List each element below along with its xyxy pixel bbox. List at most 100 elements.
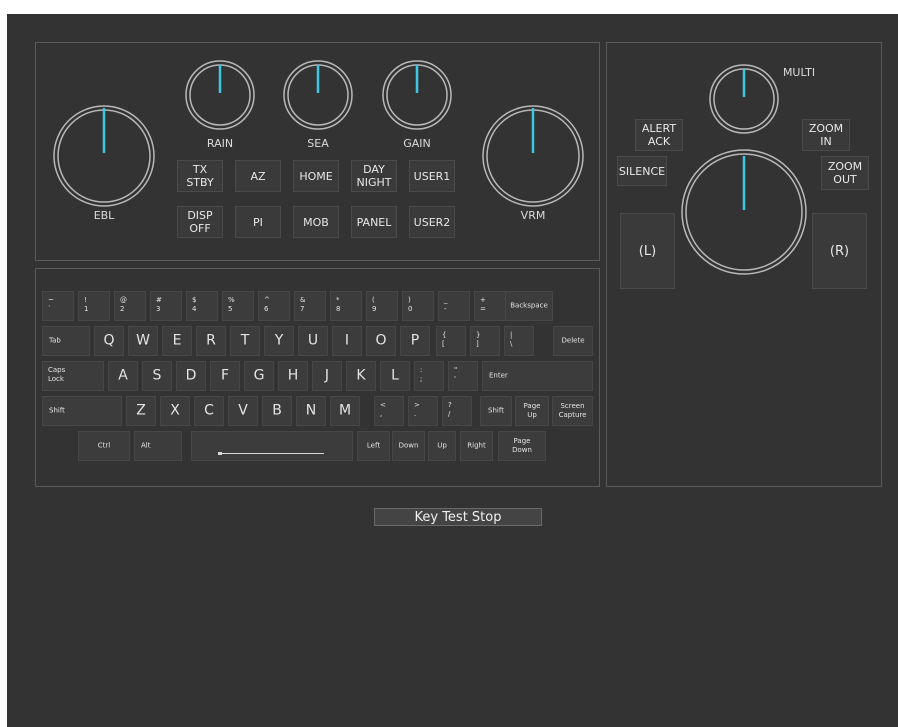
key-2[interactable]: @ 2 <box>114 291 146 321</box>
screen-capture-key[interactable]: Screen Capture <box>552 396 593 426</box>
key-i[interactable]: I <box>332 326 362 356</box>
key-r[interactable]: R <box>196 326 226 356</box>
key-sym[interactable]: < , <box>374 396 404 426</box>
key-label: Z <box>136 402 146 419</box>
page-up-key[interactable]: Page Up <box>515 396 549 426</box>
vrm-knob[interactable] <box>480 103 586 209</box>
trackball[interactable] <box>680 148 808 276</box>
key-t[interactable]: T <box>230 326 260 356</box>
key-9[interactable]: ( 9 <box>366 291 398 321</box>
key-label: @ 2 <box>120 296 127 313</box>
alt-key[interactable]: Alt <box>134 431 182 461</box>
key-sym[interactable]: ? / <box>442 396 472 426</box>
key-v[interactable]: V <box>228 396 258 426</box>
key-l[interactable]: L <box>380 361 410 391</box>
tx-stby-button[interactable]: TX STBY <box>177 160 223 192</box>
sea-knob[interactable] <box>282 59 354 131</box>
space-key[interactable] <box>191 431 353 461</box>
az-button[interactable]: AZ <box>235 160 281 192</box>
key-label: U <box>307 332 319 349</box>
silence-button[interactable]: SILENCE <box>617 156 667 186</box>
key-h[interactable]: H <box>278 361 308 391</box>
mob-button[interactable]: MOB <box>293 206 339 238</box>
gain-knob[interactable] <box>381 59 453 131</box>
key-c[interactable]: C <box>194 396 224 426</box>
key-10[interactable]: ) 0 <box>402 291 434 321</box>
home-button[interactable]: HOME <box>293 160 339 192</box>
key-f[interactable]: F <box>210 361 240 391</box>
key-1[interactable]: ! 1 <box>78 291 110 321</box>
key-u[interactable]: U <box>298 326 328 356</box>
key-label: _ - <box>444 296 448 313</box>
trackball-panel: MULTI ALERT ACK ZOOM IN SILENCE ZOOM OUT… <box>606 42 882 487</box>
key-sym[interactable]: > . <box>408 396 438 426</box>
caps-lock-key[interactable]: Caps Lock <box>42 361 104 391</box>
key-n[interactable]: N <box>296 396 326 426</box>
key-label: W <box>136 332 150 349</box>
key-11[interactable]: _ - <box>438 291 470 321</box>
key-y[interactable]: Y <box>264 326 294 356</box>
key-a[interactable]: A <box>108 361 138 391</box>
multi-label: MULTI <box>782 66 816 79</box>
key-sym[interactable]: { [ <box>436 326 466 356</box>
delete-key[interactable]: Delete <box>553 326 593 356</box>
key-sym[interactable]: } ] <box>470 326 500 356</box>
key-o[interactable]: O <box>366 326 396 356</box>
key-8[interactable]: * 8 <box>330 291 362 321</box>
key-7[interactable]: & 7 <box>294 291 326 321</box>
user1-button[interactable]: USER1 <box>409 160 455 192</box>
backspace-key[interactable]: Backspace <box>505 291 553 321</box>
right-click-button[interactable]: (R) <box>812 213 867 289</box>
key-s[interactable]: S <box>142 361 172 391</box>
key-test-stop-button[interactable]: Key Test Stop <box>374 508 542 526</box>
alt-label: Alt <box>141 441 151 450</box>
key-x[interactable]: X <box>160 396 190 426</box>
key-p[interactable]: P <box>400 326 430 356</box>
right-arrow-key[interactable]: Right <box>460 431 493 461</box>
left-click-button[interactable]: (L) <box>620 213 675 289</box>
day-night-button[interactable]: DAY NIGHT <box>351 160 397 192</box>
up-arrow-key[interactable]: Up <box>428 431 456 461</box>
key-e[interactable]: E <box>162 326 192 356</box>
key-sym[interactable]: " ' <box>448 361 478 391</box>
key-j[interactable]: J <box>312 361 342 391</box>
key-d[interactable]: D <box>176 361 206 391</box>
alert-ack-button[interactable]: ALERT ACK <box>635 119 683 151</box>
left-arrow-key[interactable]: Left <box>357 431 390 461</box>
key-g[interactable]: G <box>244 361 274 391</box>
key-w[interactable]: W <box>128 326 158 356</box>
zoom-out-button[interactable]: ZOOM OUT <box>821 156 869 190</box>
key-3[interactable]: # 3 <box>150 291 182 321</box>
tab-key[interactable]: Tab <box>42 326 90 356</box>
user2-button[interactable]: USER2 <box>409 206 455 238</box>
key-label: & 7 <box>300 296 306 313</box>
key-12[interactable]: + = <box>474 291 506 321</box>
key-6[interactable]: ^ 6 <box>258 291 290 321</box>
down-arrow-key[interactable]: Down <box>392 431 425 461</box>
ebl-knob[interactable] <box>51 103 157 209</box>
rain-knob[interactable] <box>184 59 256 131</box>
panel-button[interactable]: PANEL <box>351 206 397 238</box>
key-b[interactable]: B <box>262 396 292 426</box>
shift-left-key[interactable]: Shift <box>42 396 122 426</box>
enter-key[interactable]: Enter <box>482 361 593 391</box>
key-z[interactable]: Z <box>126 396 156 426</box>
pi-button[interactable]: PI <box>235 206 281 238</box>
zoom-in-button[interactable]: ZOOM IN <box>802 119 850 151</box>
page-down-key[interactable]: Page Down <box>498 431 546 461</box>
key-label: # 3 <box>156 296 162 313</box>
shift-label: Shift <box>49 406 65 415</box>
key-5[interactable]: % 5 <box>222 291 254 321</box>
shift-right-key[interactable]: Shift <box>480 396 512 426</box>
key-sym[interactable]: | \ <box>504 326 534 356</box>
space-bar-marker <box>218 452 222 455</box>
key-sym[interactable]: : ; <box>414 361 444 391</box>
key-0[interactable]: ~ ` <box>42 291 74 321</box>
key-k[interactable]: K <box>346 361 376 391</box>
key-m[interactable]: M <box>330 396 360 426</box>
ctrl-key[interactable]: Ctrl <box>78 431 130 461</box>
multi-knob[interactable] <box>708 63 780 135</box>
key-4[interactable]: $ 4 <box>186 291 218 321</box>
key-q[interactable]: Q <box>94 326 124 356</box>
disp-off-button[interactable]: DISP OFF <box>177 206 223 238</box>
